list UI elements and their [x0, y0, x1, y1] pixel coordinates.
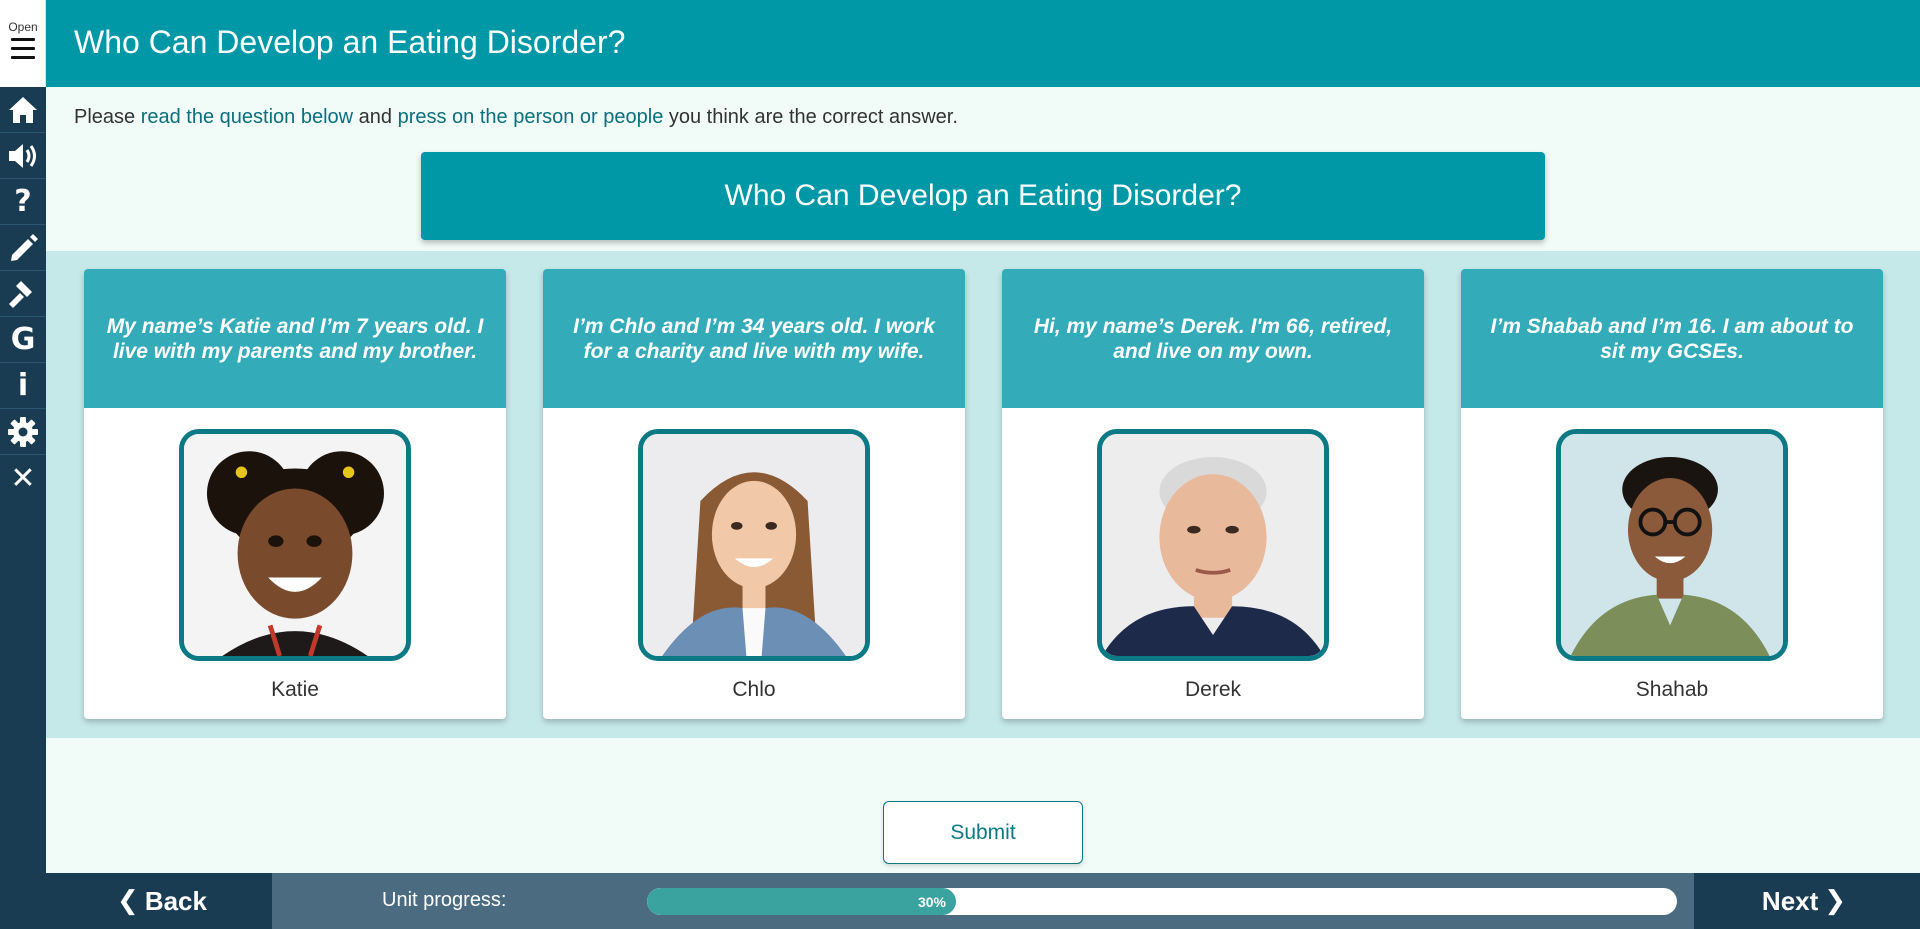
- instruction-highlight: read the question below: [140, 106, 354, 128]
- page-header: Who Can Develop an Eating Disorder?: [46, 0, 1920, 87]
- gavel-icon: [9, 280, 32, 308]
- speaker-icon: [9, 143, 36, 168]
- next-button[interactable]: Next ❯: [1694, 873, 1920, 929]
- instruction-part: Please: [74, 106, 141, 128]
- hamburger-icon: [11, 38, 35, 62]
- progress-bar: 30%: [647, 888, 1677, 915]
- help-icon: ?: [14, 184, 32, 219]
- gavel-button[interactable]: [0, 271, 46, 317]
- person-quote: Hi, my name’s Derek. I'm 66, retired, an…: [1002, 269, 1424, 408]
- glossary-button[interactable]: G: [0, 317, 46, 363]
- person-card-shahab[interactable]: I’m Shabab and I’m 16. I am about to sit…: [1461, 269, 1883, 719]
- back-button[interactable]: ❮ Back: [46, 873, 272, 929]
- person-name: Derek: [1184, 678, 1242, 701]
- person-quote: My name’s Katie and I’m 7 years old. I l…: [84, 269, 506, 408]
- audio-button[interactable]: [0, 133, 46, 179]
- info-button[interactable]: i: [0, 363, 46, 409]
- settings-button[interactable]: [0, 409, 46, 455]
- chevron-right-icon: ❯: [1824, 886, 1847, 916]
- person-card-derek[interactable]: Hi, my name’s Derek. I'm 66, retired, an…: [1002, 269, 1424, 719]
- progress-percent: 30%: [917, 894, 946, 910]
- person-quote: I’m Chlo and I’m 34 years old. I work fo…: [543, 269, 965, 408]
- sidebar: Open ? G i ✕: [0, 0, 46, 929]
- back-label: Back: [144, 885, 207, 916]
- page-title: Who Can Develop an Eating Disorder?: [74, 24, 626, 60]
- instruction-text: Please read the question below and press…: [74, 106, 958, 129]
- submit-button[interactable]: Submit: [883, 801, 1083, 864]
- person-quote: I’m Shabab and I’m 16. I am about to sit…: [1461, 269, 1883, 408]
- person-photo: [1556, 429, 1788, 661]
- progress-section: Unit progress: 30%: [272, 873, 1694, 929]
- exit-button[interactable]: ✕: [0, 455, 46, 501]
- person-photo: [1097, 429, 1329, 661]
- home-icon: [9, 96, 37, 123]
- pencil-icon: [11, 233, 38, 261]
- person-photo: [638, 429, 870, 661]
- menu-open-label: Open: [8, 20, 38, 34]
- person-name: Katie: [271, 678, 319, 701]
- menu-toggle[interactable]: Open: [0, 0, 46, 87]
- question-banner: Who Can Develop an Eating Disorder?: [421, 152, 1545, 240]
- progress-label: Unit progress:: [382, 889, 507, 911]
- glossary-icon: G: [10, 322, 36, 357]
- instruction-part: you think are the correct answer.: [663, 106, 958, 128]
- next-label: Next: [1761, 885, 1819, 916]
- notes-button[interactable]: [0, 225, 46, 271]
- chevron-left-icon: ❮: [117, 886, 139, 916]
- close-icon: ✕: [10, 460, 36, 496]
- gear-icon: [8, 416, 38, 447]
- person-card-katie[interactable]: My name’s Katie and I’m 7 years old. I l…: [84, 269, 506, 719]
- person-card-chlo[interactable]: I’m Chlo and I’m 34 years old. I work fo…: [543, 269, 965, 719]
- info-icon: i: [17, 368, 29, 403]
- home-button[interactable]: [0, 87, 46, 133]
- person-photo: [179, 429, 411, 661]
- instruction-highlight: press on the person or people: [397, 106, 664, 128]
- instruction-part: and: [353, 106, 398, 128]
- person-name: Shahab: [1635, 678, 1709, 701]
- progress-fill: 30%: [647, 888, 956, 915]
- answer-cards: My name’s Katie and I’m 7 years old. I l…: [46, 251, 1920, 738]
- help-button[interactable]: ?: [0, 179, 46, 225]
- person-name: Chlo: [732, 678, 776, 701]
- question-text: Who Can Develop an Eating Disorder?: [724, 179, 1242, 212]
